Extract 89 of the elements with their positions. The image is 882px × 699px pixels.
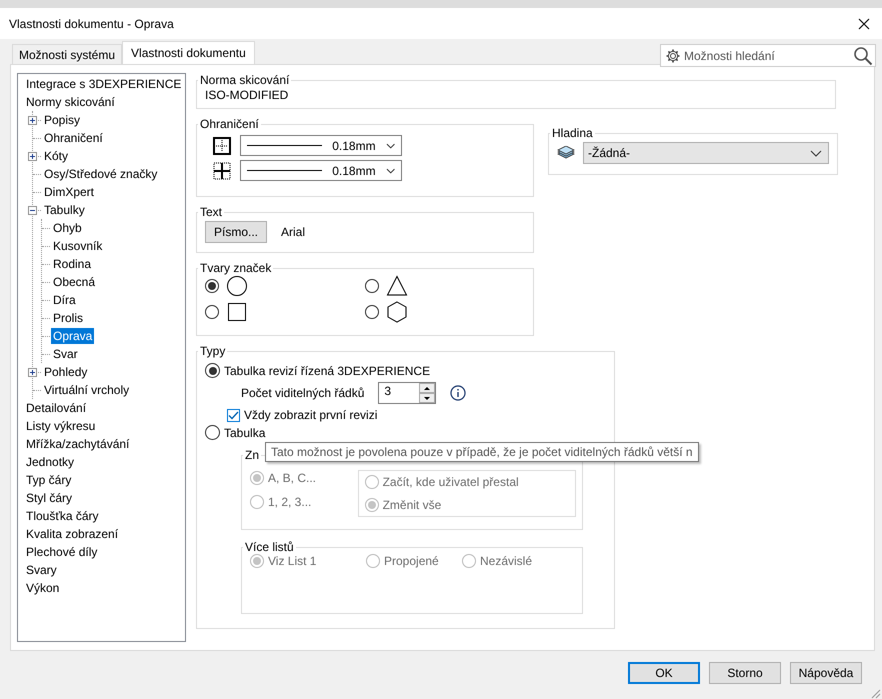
group-title: Více listů (244, 540, 295, 554)
tree-item[interactable]: Jednotky (24, 454, 76, 470)
expand-icon[interactable] (28, 152, 37, 161)
radio-button[interactable] (205, 425, 220, 440)
circle-icon (226, 275, 248, 297)
layer-dropdown[interactable]: -Žádná- (583, 142, 829, 164)
checkbox-label: Vždy zobrazit první revizi (244, 408, 378, 422)
group-title: Hladina (551, 126, 594, 140)
tree-item[interactable]: Styl čáry (24, 490, 74, 506)
triangle-icon (386, 275, 408, 297)
line-weight-dropdown[interactable]: 0.18mm (240, 160, 402, 181)
tree-item[interactable]: Osy/Středové značky (42, 166, 160, 182)
radio-label: Tabulka (224, 426, 266, 440)
tree-item[interactable]: Pohledy (42, 364, 90, 380)
radio-label: Viz List 1 (268, 554, 316, 568)
collapse-icon[interactable] (28, 206, 37, 215)
search-field[interactable]: Možnosti hledání (660, 44, 876, 67)
border-outer-icon (213, 136, 231, 154)
field-label: Počet viditelných řádků (241, 386, 364, 400)
tree-item[interactable]: Integrace s 3DEXPERIENCE (24, 76, 184, 92)
close-icon[interactable] (858, 18, 870, 30)
radio-label: 1, 2, 3... (268, 495, 312, 509)
chevron-down-icon (386, 142, 395, 148)
tree-item[interactable]: Kvalita zobrazení (24, 526, 120, 542)
radio-label: Změnit vše (382, 498, 442, 512)
tree-item[interactable]: Tabulky (42, 202, 87, 218)
font-button[interactable]: Písmo... (205, 221, 268, 243)
group-title: Typy (199, 344, 226, 358)
tree-item[interactable]: Obecná (51, 274, 98, 290)
radio-label: Nezávislé (480, 554, 532, 568)
tab[interactable]: Možnosti systému (12, 44, 122, 64)
radio-label: A, B, C... (268, 471, 316, 485)
checkbox[interactable] (227, 408, 240, 422)
chevron-down-icon (386, 168, 395, 174)
tree-item[interactable]: Virtuální vrcholy (42, 382, 132, 398)
radio-button[interactable] (205, 363, 220, 378)
tree-item[interactable]: Svary (24, 562, 59, 578)
tree-item[interactable]: Rodina (51, 256, 94, 272)
group-title: Tvary značek (199, 261, 272, 275)
tree-item[interactable]: Popisy (42, 112, 82, 128)
tree-item[interactable]: Listy výkresu (24, 418, 98, 434)
tab[interactable]: Vlastnosti dokumentu (122, 41, 255, 64)
tooltip: Tato možnost je povolena pouze v případě, že je počet viditelných řádků větší n (265, 442, 699, 462)
tree-item[interactable]: Prolis (51, 310, 86, 326)
radio-button[interactable] (205, 305, 219, 319)
tree-item[interactable]: Typ čáry (24, 472, 74, 488)
radio-button[interactable] (205, 279, 219, 293)
resize-grip-icon[interactable] (869, 687, 881, 699)
tree-item[interactable]: Výkon (24, 580, 62, 596)
chevron-down-icon (810, 150, 822, 156)
row-count-spinner[interactable]: 3 (378, 382, 436, 404)
font-name: Arial (281, 225, 306, 239)
tree-item[interactable]: Tloušťka čáry (24, 508, 101, 524)
search-icon[interactable] (853, 46, 873, 66)
dialog-button[interactable]: Storno (709, 662, 781, 684)
radio-label: Tabulka revizí řízená 3DEXPERIENCE (224, 364, 430, 378)
tree-item[interactable]: Díra (51, 292, 78, 308)
tree-item[interactable]: Mřížka/zachytávání (24, 436, 132, 452)
group-title: Zn (244, 448, 260, 462)
tree-item[interactable]: Normy skicování (24, 94, 117, 110)
border-inner-icon (213, 162, 231, 180)
tree-item[interactable]: DimXpert (42, 184, 96, 200)
tree-item[interactable]: Ohraničení (42, 130, 105, 146)
hexagon-icon (386, 301, 408, 323)
square-icon (226, 301, 248, 323)
group-title: Ohraničení (199, 117, 260, 131)
group-title: Text (199, 205, 224, 219)
tree-item[interactable]: Kóty (42, 148, 70, 164)
radio-label: Začít, kde uživatel přestal (382, 475, 519, 489)
radio-button[interactable] (365, 305, 379, 319)
layers-icon (557, 146, 575, 160)
standard-value: ISO-MODIFIED (205, 87, 290, 104)
expand-icon[interactable] (28, 368, 37, 377)
line-weight-dropdown[interactable]: 0.18mm (240, 135, 402, 156)
tree-item[interactable]: Detailování (24, 400, 88, 416)
group-title: Norma skicování (199, 73, 290, 87)
tree-item[interactable]: Kusovník (51, 238, 104, 254)
tree-item[interactable]: Svar (51, 346, 80, 362)
tree-item[interactable]: Oprava (51, 328, 94, 344)
dialog-button[interactable]: OK (628, 662, 700, 684)
info-icon[interactable] (450, 385, 466, 401)
radio-button[interactable] (365, 279, 379, 293)
tree-item[interactable]: Ohyb (51, 220, 84, 236)
tree-item[interactable]: Plechové díly (24, 544, 100, 560)
radio-label: Propojené (384, 554, 439, 568)
dialog-button[interactable]: Nápověda (790, 662, 862, 684)
expand-icon[interactable] (28, 116, 37, 125)
window-title: Vlastnosti dokumentu - Oprava (9, 16, 174, 30)
settings-icon (665, 48, 681, 64)
